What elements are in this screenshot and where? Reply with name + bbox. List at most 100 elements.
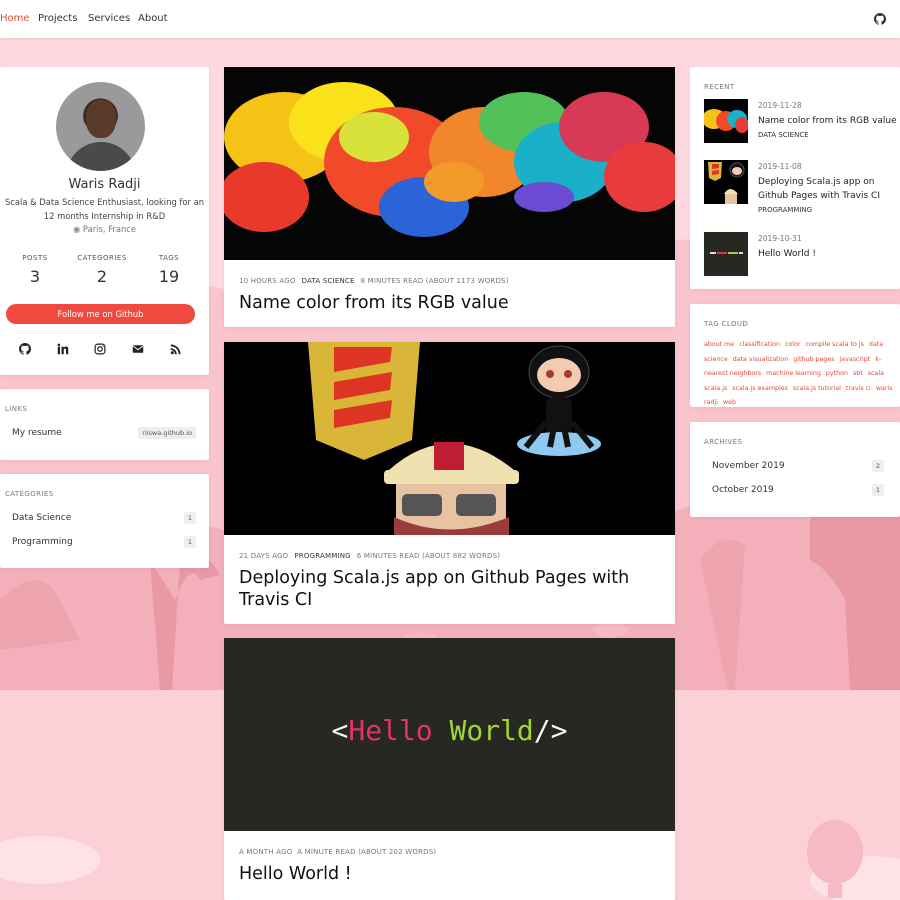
recent-date: 2019-10-31	[758, 234, 802, 243]
tag-cloud-title: TAG CLOUD	[704, 320, 749, 328]
code-hello: Hello	[348, 714, 433, 747]
tag-link[interactable]: scala.js examples	[732, 385, 788, 392]
archive-november-2019[interactable]: November 2019 2	[712, 460, 884, 472]
stat-tags[interactable]: TAGS 19	[134, 254, 204, 286]
stat-label: CATEGORIES	[77, 254, 127, 262]
follow-github-button[interactable]: Follow me on Github	[6, 304, 195, 324]
nav-services[interactable]: Services	[88, 13, 130, 24]
profile-location: ◉ Paris, France	[0, 224, 209, 234]
links-card: LINKS My resume riiswa.github.io	[0, 389, 209, 460]
tag-link[interactable]: web	[723, 399, 736, 406]
archive-october-2019[interactable]: October 2019 1	[712, 484, 884, 496]
tag-list: about me classification color compile sc…	[704, 338, 894, 411]
recent-title: RECENT	[704, 83, 735, 91]
categories-card: CATEGORIES Data Science 1 Programming 1	[0, 474, 209, 568]
category-programming[interactable]: Programming 1	[12, 536, 196, 548]
stat-categories[interactable]: CATEGORIES 2	[67, 254, 137, 286]
post-card: <Hello World/> A MONTH AGO A MINUTE READ…	[224, 638, 675, 900]
recent-title-text: Name color from its RGB value	[758, 116, 897, 126]
stat-value: 19	[158, 267, 180, 286]
post-category[interactable]: DATA SCIENCE	[302, 277, 355, 285]
link-url-badge: riiswa.github.io	[138, 427, 196, 439]
recent-post-title[interactable]: Deploying Scala.js app on Github Pages w…	[758, 175, 898, 217]
tag-link[interactable]: python	[826, 370, 848, 377]
post-read-time: A MINUTE READ (ABOUT 202 WORDS)	[297, 848, 437, 856]
github-icon[interactable]	[19, 343, 31, 355]
tag-link[interactable]: classification	[739, 341, 780, 348]
tag-link[interactable]: scala.js	[704, 385, 727, 392]
tag-link[interactable]: compile scala to js	[805, 341, 863, 348]
link-resume[interactable]: My resume riiswa.github.io	[12, 427, 196, 439]
recent-post-title[interactable]: Hello World !	[758, 247, 898, 261]
tag-link[interactable]: about me	[704, 341, 734, 348]
categories-title: CATEGORIES	[5, 490, 54, 498]
post-meta: 10 HOURS AGO DATA SCIENCE 8 MINUTES READ (…	[239, 277, 509, 285]
links-title: LINKS	[5, 405, 28, 413]
recent-thumbnail	[704, 160, 748, 204]
code-open-bracket: <	[331, 714, 349, 747]
archive-count: 1	[871, 484, 884, 496]
tag-link[interactable]: color	[785, 341, 801, 348]
profile-name: Waris Radji	[68, 177, 141, 192]
post-title[interactable]: Name color from its RGB value	[239, 292, 659, 314]
post-title[interactable]: Deploying Scala.js app on Github Pages w…	[239, 567, 659, 611]
tag-link[interactable]: sbt	[853, 370, 863, 377]
linkedin-icon[interactable]	[57, 343, 69, 355]
post-hero-image[interactable]	[224, 67, 675, 260]
post-time: 10 HOURS AGO	[239, 277, 296, 285]
post-card: 10 HOURS AGO DATA SCIENCE 8 MINUTES READ (…	[224, 67, 675, 327]
tag-link[interactable]: data visualization	[733, 356, 789, 363]
post-hero-image[interactable]	[224, 342, 675, 535]
tag-link[interactable]: scala.js tutorial	[793, 385, 841, 392]
tag-link[interactable]: github pages	[793, 356, 834, 363]
archive-count: 2	[871, 460, 884, 472]
post-title[interactable]: Hello World !	[239, 863, 659, 885]
avatar	[56, 82, 145, 171]
recent-category[interactable]: PROGRAMMING	[758, 203, 898, 217]
code-world: World	[449, 714, 534, 747]
archive-label: November 2019	[712, 461, 785, 471]
email-icon[interactable]	[132, 343, 144, 355]
archives-title: ARCHIVES	[704, 438, 743, 446]
recent-category[interactable]: DATA SCIENCE	[758, 128, 898, 142]
nav-home[interactable]: Home	[0, 13, 30, 24]
category-count: 1	[183, 536, 196, 548]
recent-title-text: Deploying Scala.js app on Github Pages w…	[758, 177, 880, 201]
profile-bio: Scala & Data Science Enthusiast, looking…	[4, 197, 205, 221]
recent-thumbnail	[704, 99, 748, 143]
tag-link[interactable]: machine learning	[766, 370, 821, 377]
recent-thumbnail	[704, 232, 748, 276]
post-time: 21 DAYS AGO	[239, 552, 289, 560]
stat-label: TAGS	[158, 254, 180, 262]
category-label: Data Science	[12, 513, 72, 523]
code-close-bracket: />	[533, 714, 568, 747]
tag-link[interactable]: travis ci	[846, 385, 871, 392]
recent-post-title[interactable]: Name color from its RGB value DATA SCIEN…	[758, 114, 898, 142]
post-time: A MONTH AGO	[239, 848, 293, 856]
location-pin-icon: ◉	[72, 224, 81, 234]
category-data-science[interactable]: Data Science 1	[12, 512, 196, 524]
nav-projects[interactable]: Projects	[38, 13, 77, 24]
nav-about[interactable]: About	[138, 13, 168, 24]
stat-label: POSTS	[22, 254, 48, 262]
recent-date: 2019-11-08	[758, 162, 802, 171]
recent-date: 2019-11-28	[758, 101, 802, 110]
tag-link[interactable]: scala	[868, 370, 884, 377]
post-meta: 21 DAYS AGO PROGRAMMING 6 MINUTES READ (AB…	[239, 552, 500, 560]
profile-card: Waris Radji Scala & Data Science Enthusi…	[0, 67, 209, 375]
archives-card: ARCHIVES November 2019 2 October 2019 1	[690, 422, 900, 517]
link-label: My resume	[12, 428, 62, 438]
stat-value: 2	[96, 267, 108, 286]
post-category[interactable]: PROGRAMMING	[294, 552, 350, 560]
post-card: 21 DAYS AGO PROGRAMMING 6 MINUTES READ (AB…	[224, 342, 675, 624]
category-label: Programming	[12, 537, 73, 547]
top-navbar: Home Projects Services About	[0, 0, 900, 38]
tag-link[interactable]: javascript	[840, 356, 871, 363]
instagram-icon[interactable]	[94, 343, 106, 355]
rss-icon[interactable]	[170, 343, 182, 355]
github-icon[interactable]	[874, 13, 886, 25]
post-meta: A MONTH AGO A MINUTE READ (ABOUT 202 WOR…	[239, 848, 436, 856]
stat-posts[interactable]: POSTS 3	[0, 254, 70, 286]
post-read-time: 8 MINUTES READ (ABOUT 1173 WORDS)	[360, 277, 509, 285]
post-hero-image[interactable]: <Hello World/>	[224, 638, 675, 831]
